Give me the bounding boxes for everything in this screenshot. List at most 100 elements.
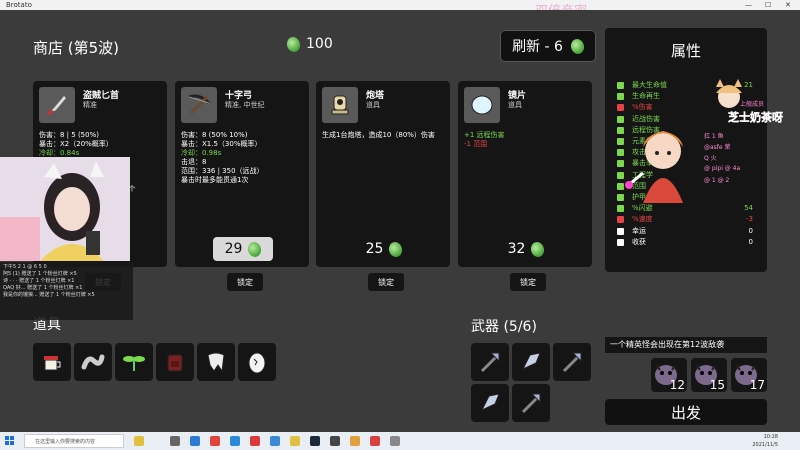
buy-price-button[interactable]: 25 [354, 237, 414, 261]
tooth-item-icon [199, 345, 233, 379]
chat-line: 下午5 2 1 @ 6 5 0 [3, 264, 47, 270]
gift-line: 扛 1 鱼 [704, 133, 724, 140]
app-icon[interactable] [330, 436, 340, 446]
chat-line: 阿5 (1) 赠送了 1 个粉丝灯牌 ×5 [3, 271, 77, 277]
attribute-label: 收获 [632, 237, 646, 246]
item-type: 精准 [83, 101, 97, 109]
shard-weapon-icon [514, 345, 548, 379]
taskbar-search-input[interactable]: 在这里输入你要搜索的内容 [24, 434, 124, 448]
gold-counter: 100 [285, 35, 333, 53]
elite-enemy-12: 12 [651, 358, 687, 392]
shop-card-4[interactable]: 镜片 道具 +1 远程伤害 -1 范围 32 [458, 81, 592, 267]
attribute-value: 0 [748, 237, 753, 246]
weapon-slot[interactable] [471, 343, 509, 381]
material-icon [285, 35, 302, 53]
inventory-item-slot[interactable] [33, 343, 71, 381]
stat-line: 暴击时最多能贯通1次 [181, 176, 249, 184]
app-icon[interactable] [390, 436, 400, 446]
taskbar-clock[interactable]: 10:28 2021/11/5 [752, 433, 778, 449]
lock-button-2[interactable]: 锁定 [227, 273, 263, 291]
taskbar-app-icon[interactable] [134, 436, 144, 446]
streamer-name: 芝士奶茶呀 [728, 111, 783, 124]
task-view-icon[interactable] [170, 436, 180, 446]
close-icon[interactable]: ✕ [785, 0, 791, 10]
turret-icon [322, 87, 358, 123]
sprout-item-icon [117, 345, 151, 379]
stream-gift-overlay: 上舰成员 芝士奶茶呀 扛 1 鱼 @asfe 荣 Q 火 @ pipi @ 4a… [690, 79, 794, 217]
minimize-icon[interactable]: — [745, 0, 752, 10]
chat-line: 诗 · · · 赠送了 1 个粉丝灯牌 ×1 [3, 278, 75, 284]
edge-icon[interactable] [190, 436, 200, 446]
inventory-item-slot[interactable] [115, 343, 153, 381]
material-icon [569, 37, 586, 55]
chrome-icon[interactable] [210, 436, 220, 446]
stat-line: 暴击：X1.5（30%概率） [181, 140, 262, 148]
attribute-label: %伤害 [632, 103, 653, 112]
windows-start-icon[interactable] [5, 436, 15, 446]
item-type: 精准, 中世纪 [225, 101, 265, 109]
explorer-icon[interactable] [230, 436, 240, 446]
refresh-label: 刷新 - 6 [512, 39, 563, 55]
attribute-row[interactable]: 幸运 0 [617, 227, 761, 236]
weapons-section-title: 武器 (5/6) [471, 319, 537, 335]
weapon-slot[interactable] [512, 343, 550, 381]
weapon-slot[interactable] [512, 384, 550, 422]
taskbar-time: 10:28 [763, 434, 778, 440]
shop-card-2[interactable]: 十字弓 精准, 中世纪 伤害：8 (50% 10%) 暴击：X1.5（30%概率… [175, 81, 309, 267]
steam-icon[interactable] [310, 436, 320, 446]
item-type: 道具 [366, 101, 380, 109]
weapon-slot[interactable] [471, 384, 509, 422]
shard-weapon-icon [473, 386, 507, 420]
inventory-item-slot[interactable] [74, 343, 112, 381]
attribute-label: 生命再生 [632, 92, 660, 101]
app-icon[interactable] [350, 436, 360, 446]
item-stats: +1 远程伤害 -1 范围 [464, 131, 588, 149]
gold-amount: 100 [306, 36, 333, 52]
refresh-button[interactable]: 刷新 - 6 [500, 30, 596, 62]
chat-line: 我是你的饿狼... 赠送了 1 个粉丝灯牌 ×5 [3, 292, 95, 298]
material-icon [529, 240, 547, 258]
egg-item-icon [240, 345, 274, 379]
buy-price-button[interactable]: 32 [496, 237, 556, 261]
app-icon[interactable] [370, 436, 380, 446]
attribute-icon [617, 227, 624, 235]
attribute-icon [617, 216, 624, 224]
app-icon[interactable] [270, 436, 280, 446]
enemy-wave-number: 17 [749, 378, 765, 392]
inventory-item-slot[interactable] [156, 343, 194, 381]
taskbar-date: 2021/11/5 [752, 442, 778, 448]
gift-line: @ pipi @ 4a [704, 165, 741, 172]
crossbow-icon [181, 87, 217, 123]
streamer-webcam [0, 157, 130, 261]
price-value: 25 [365, 241, 384, 257]
app-icon[interactable] [250, 436, 260, 446]
shop-card-3[interactable]: 炮塔 道具 生成1台炮塔，造成10（80%）伤害 25 [316, 81, 450, 267]
attribute-row[interactable]: 收获 0 [617, 238, 761, 247]
stat-line: 伤害：8 (50% 10%) [181, 131, 248, 139]
app-icon[interactable] [290, 436, 300, 446]
lock-button-4[interactable]: 锁定 [510, 273, 546, 291]
stream-chat: 下午5 2 1 @ 6 5 0 阿5 (1) 赠送了 1 个粉丝灯牌 ×5 诗 … [0, 262, 133, 320]
buy-price-button[interactable]: 29 [213, 237, 273, 261]
inventory-item-slot[interactable] [197, 343, 235, 381]
inventory-item-slot[interactable] [238, 343, 276, 381]
streamer-subtitle: 上舰成员 [740, 101, 765, 108]
axe-weapon-icon [473, 345, 507, 379]
go-button[interactable]: 出发 [605, 399, 767, 425]
stat-line: 冷却：0.98s [181, 149, 222, 157]
material-icon [387, 240, 405, 258]
stat-line: -1 范围 [464, 140, 488, 148]
maximize-icon[interactable]: ☐ [765, 0, 771, 10]
wave-message: 一个精英怪会出现在第12波敌袭 [605, 337, 767, 353]
item-stats: 伤害：8 (50% 10%) 暴击：X1.5（30%概率） 冷却：0.98s 击… [181, 131, 305, 185]
gift-line: @asfe 荣 [704, 144, 731, 151]
lock-button-3[interactable]: 锁定 [368, 273, 404, 291]
stat-line: 击退：8 [181, 158, 207, 166]
coffee-item-icon [35, 345, 69, 379]
stat-line: +1 远程伤害 [464, 131, 505, 139]
material-icon [246, 240, 264, 258]
attribute-icon [617, 104, 624, 112]
item-stats: 生成1台炮塔，造成10（80%）伤害 [322, 131, 446, 140]
weapon-slot[interactable] [553, 343, 591, 381]
window-titlebar: Brotato — ☐ ✕ [0, 0, 800, 10]
